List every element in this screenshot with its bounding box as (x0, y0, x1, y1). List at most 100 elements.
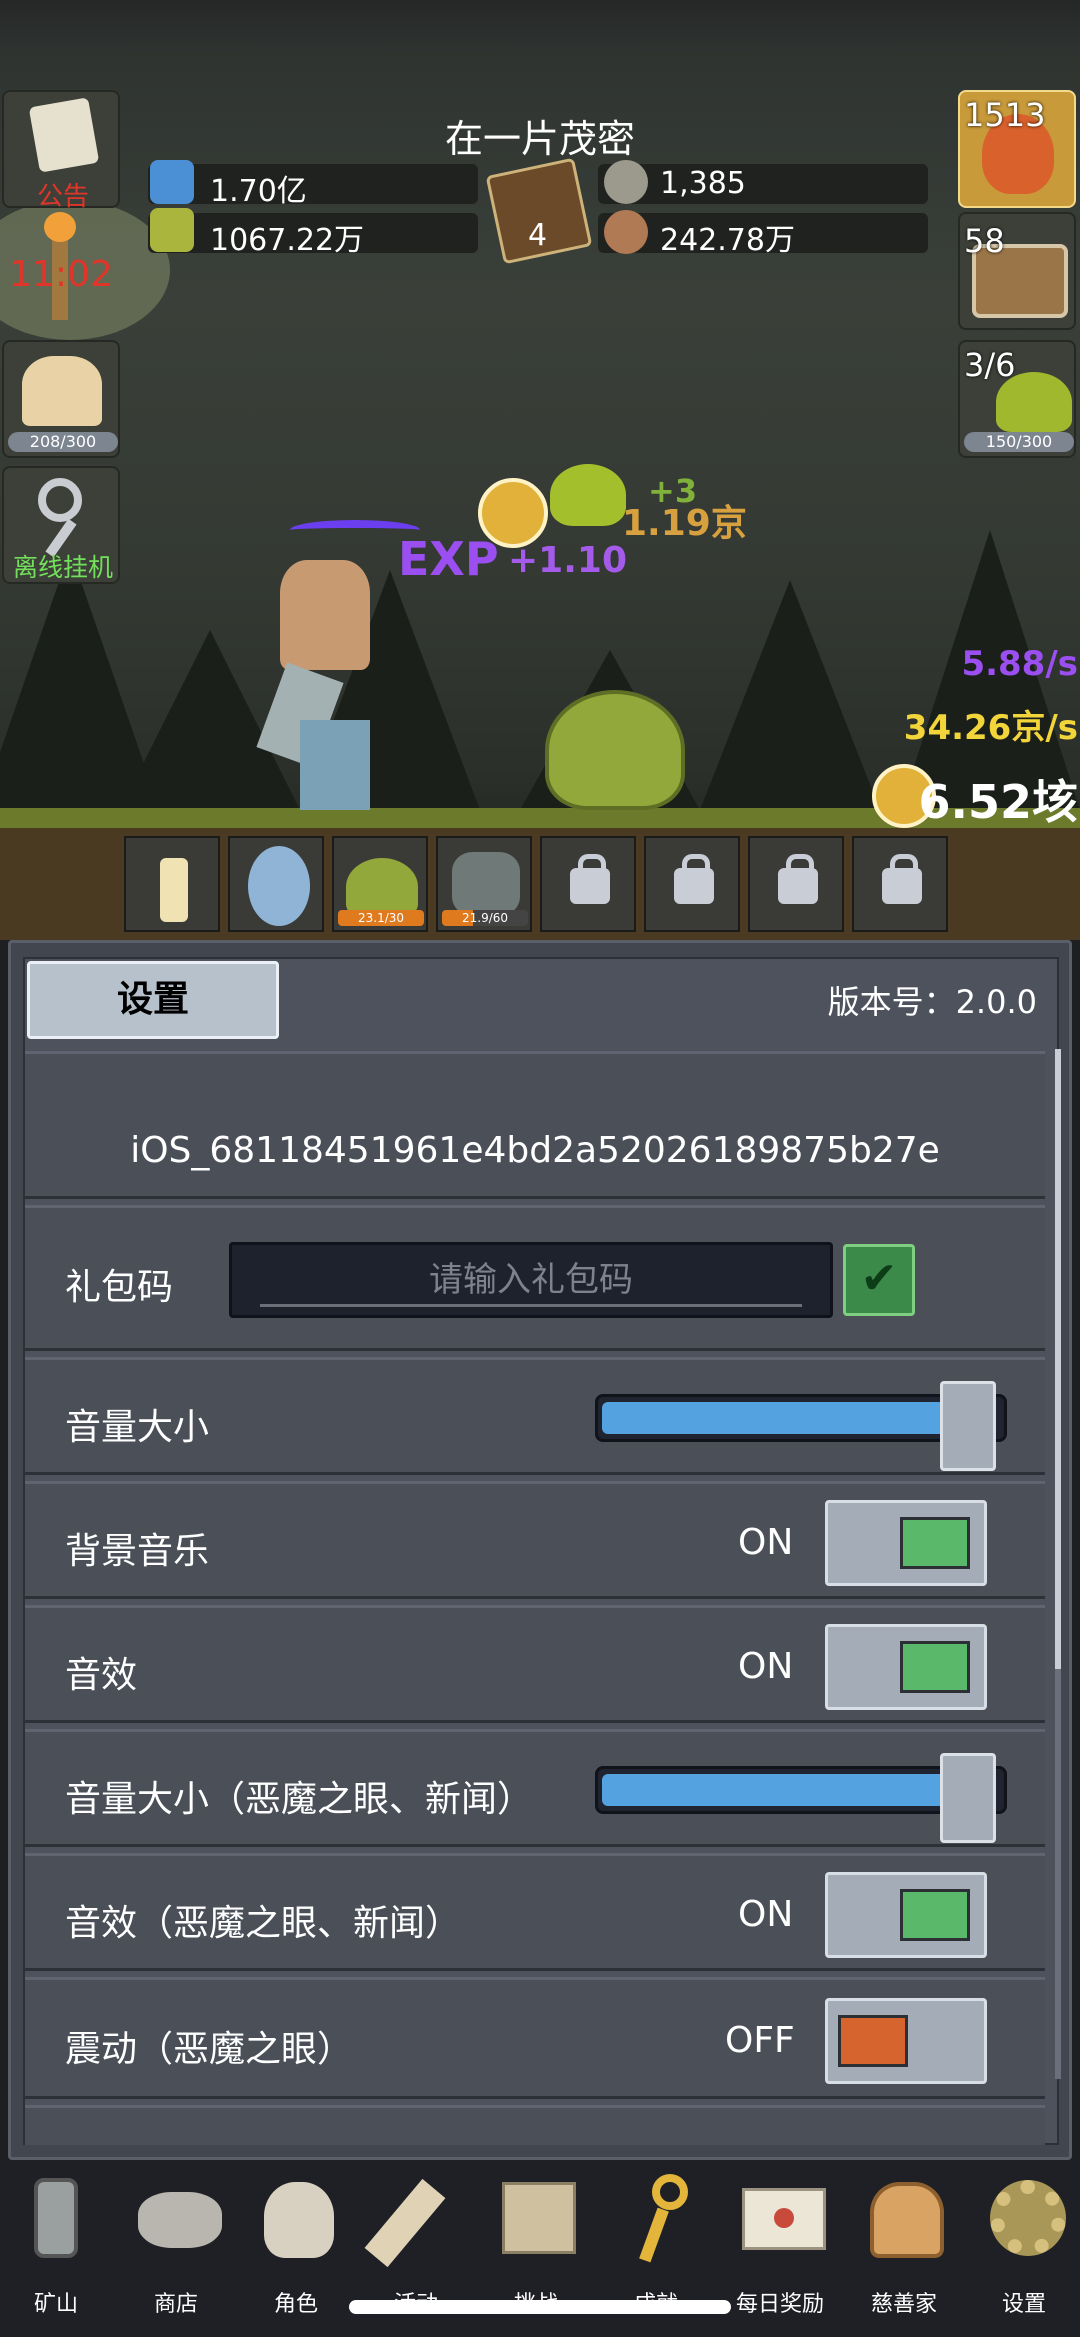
chest-button[interactable]: 58 (958, 212, 1076, 330)
settings-tab[interactable]: 设置 (27, 961, 279, 1039)
beer-mug-icon (22, 356, 102, 426)
bread-icon (866, 2172, 944, 2262)
skill-slot-locked[interactable] (644, 836, 740, 932)
stone-icon (138, 2172, 222, 2262)
sfx-row: 音效 ON (25, 1605, 1045, 1723)
volume2-row: 音量大小（恶魔之眼、新闻） (25, 1729, 1045, 1847)
settings-panel: 设置 版本号：2.0.0 iOS_68118451961e4bd2a520261… (8, 940, 1072, 2160)
sfx-label: 音效 (65, 1655, 138, 1696)
device-id-row: iOS_68118451961e4bd2a52026189875b27e (25, 1051, 1045, 1199)
meat-value: 242.78万 (660, 223, 795, 258)
toggle-knob (900, 1641, 970, 1693)
gift-code-input[interactable]: 请输入礼包码 (229, 1242, 833, 1318)
torch-button[interactable]: 11:02 (2, 212, 120, 330)
gift-code-confirm-button[interactable]: ✔ (843, 1244, 915, 1316)
bgm-toggle[interactable] (825, 1500, 987, 1586)
nav-label: 商店 (153, 2292, 198, 2317)
hero-character (280, 560, 370, 670)
green-potion-value: 1067.22万 (210, 223, 365, 258)
hero-legs (300, 720, 370, 810)
letter-icon (742, 2172, 826, 2262)
skill-slot-egg[interactable] (228, 836, 324, 932)
skill-slot-locked[interactable] (748, 836, 844, 932)
home-indicator[interactable] (349, 2300, 731, 2314)
key-icon (618, 2172, 694, 2263)
volume-slider-thumb[interactable] (940, 1381, 996, 1471)
vibration-row: 震动（恶魔之眼） OFF (25, 1977, 1045, 2099)
nav-philanthropist[interactable]: 慈善家 (844, 2172, 964, 2317)
skill-slot-locked[interactable] (852, 836, 948, 932)
potion-button[interactable]: 1513 (958, 90, 1076, 208)
skill-slot-slime[interactable]: 23.1/30 (332, 836, 428, 932)
slime-progress-bar: 150/300 (964, 432, 1074, 452)
skill-slot-candle[interactable] (124, 836, 220, 932)
egg-icon (248, 846, 310, 926)
nav-label: 矿山 (33, 2292, 78, 2317)
vibration-state: OFF (725, 2020, 795, 2061)
silver-coin-icon (604, 160, 648, 204)
lock-icon (570, 854, 610, 904)
nav-label: 慈善家 (870, 2292, 937, 2317)
toggle-knob (838, 2015, 908, 2067)
volume2-slider-fill (602, 1774, 984, 1806)
nav-mine[interactable]: 矿山 (0, 2172, 116, 2317)
scrollbar-thumb[interactable] (1055, 1049, 1061, 1669)
skill-slot-zombie[interactable]: 21.9/60 (436, 836, 532, 932)
sfx-toggle[interactable] (825, 1624, 987, 1710)
toggle-knob (900, 1517, 970, 1569)
skull-icon (258, 2172, 334, 2262)
nav-shop[interactable]: 商店 (116, 2172, 236, 2317)
zombie-skill-bar: 21.9/60 (442, 910, 528, 926)
nav-achievement[interactable]: 成就 (596, 2172, 716, 2317)
gold-total: 6.52垓 (918, 775, 1079, 829)
food-button[interactable]: 208/300 (2, 340, 120, 458)
slime-button[interactable]: 3/6 150/300 (958, 340, 1076, 458)
offline-button[interactable]: 离线挂机 (2, 466, 120, 584)
nav-label: 每日奖励 (735, 2292, 824, 2317)
nav-label: 设置 (1001, 2292, 1046, 2317)
sfx2-row: 音效（恶魔之眼、新闻） ON (25, 1853, 1045, 1971)
game-scene: 在一片茂密 1.70亿 1067.22万 4 1,385 242.78万 公告 … (0, 0, 1080, 940)
gear-icon (986, 2172, 1066, 2262)
nav-challenge[interactable]: 挑战 (476, 2172, 596, 2317)
torch-timer: 11:02 (9, 254, 113, 295)
offline-label: 离线挂机 (12, 553, 113, 582)
notice-label: 公告 (36, 182, 89, 212)
nav-daily-reward[interactable]: 每日奖励 (720, 2172, 840, 2317)
scroll-icon (364, 2172, 454, 2268)
nav-label: 角色 (273, 2292, 318, 2317)
volume2-label: 音量大小（恶魔之眼、新闻） (65, 1779, 534, 1820)
key-icon (38, 478, 82, 522)
nav-activity[interactable]: 活动 (356, 2172, 476, 2317)
volume2-slider-thumb[interactable] (940, 1753, 996, 1843)
gift-code-label: 礼包码 (65, 1267, 174, 1308)
vibration-toggle[interactable] (825, 1998, 987, 2084)
bgm-state: ON (738, 1522, 794, 1563)
sfx-state: ON (738, 1646, 794, 1687)
resource-bar (148, 164, 478, 204)
blue-potion-value: 1.70亿 (210, 174, 307, 209)
sfx2-label: 音效（恶魔之眼、新闻） (65, 1903, 462, 1944)
nav-character[interactable]: 角色 (236, 2172, 356, 2317)
green-slime-drop-icon (550, 464, 626, 526)
mountain-shape (700, 580, 880, 810)
sfx2-toggle[interactable] (825, 1872, 987, 1958)
check-icon: ✔ (860, 1253, 898, 1304)
scrollbar[interactable] (1055, 1049, 1061, 2079)
slime-progress: 3/6 (964, 346, 1016, 384)
lock-icon (778, 854, 818, 904)
volume-row: 音量大小 (25, 1357, 1045, 1475)
skill-slot-locked[interactable] (540, 836, 636, 932)
volume2-slider[interactable] (595, 1753, 1007, 1843)
nav-settings[interactable]: 设置 (964, 2172, 1080, 2317)
lock-icon (674, 854, 714, 904)
scroll-icon (28, 97, 100, 173)
bgm-row: 背景音乐 ON (25, 1481, 1045, 1599)
next-row-partial (25, 2105, 1045, 2145)
blue-potion-icon (150, 160, 194, 204)
map-icon (498, 2172, 576, 2262)
gift-code-row: 礼包码 请输入礼包码 ✔ (25, 1205, 1045, 1351)
volume-slider[interactable] (595, 1381, 1007, 1471)
lantern-icon (18, 2172, 94, 2262)
notice-button[interactable]: 公告 (2, 90, 120, 212)
